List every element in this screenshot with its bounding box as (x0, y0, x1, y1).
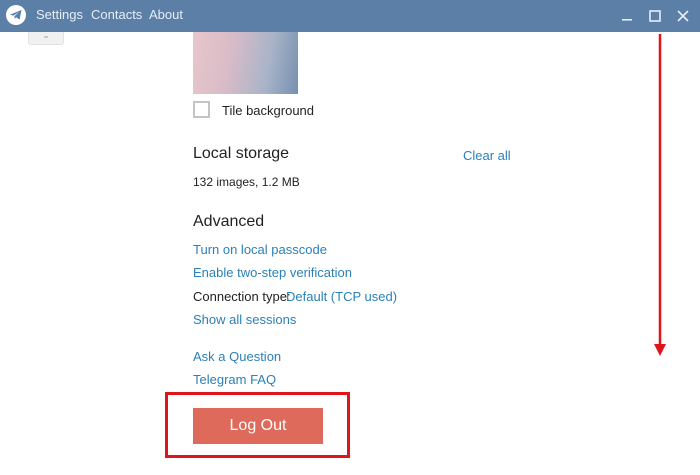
local-passcode-link[interactable]: Turn on local passcode (193, 242, 327, 257)
connection-type-label: Connection type: (193, 289, 291, 304)
minimize-icon[interactable] (617, 6, 637, 26)
show-sessions-link[interactable]: Show all sessions (193, 312, 296, 327)
telegram-logo-icon (6, 5, 26, 25)
local-storage-heading: Local storage (193, 145, 290, 162)
tile-background-label: Tile background (222, 103, 315, 118)
chat-background-preview[interactable] (193, 32, 298, 94)
title-bar: Settings Contacts About (0, 0, 700, 32)
menu-settings[interactable]: Settings (36, 7, 83, 22)
menu-contacts[interactable]: Contacts (91, 7, 142, 22)
maximize-icon[interactable] (645, 6, 665, 26)
ask-question-link[interactable]: Ask a Question (193, 349, 281, 364)
back-tab[interactable] (28, 32, 64, 45)
connection-type-link[interactable]: Default (TCP used) (286, 289, 397, 304)
logout-button[interactable]: Log Out (193, 408, 323, 444)
telegram-faq-link[interactable]: Telegram FAQ (193, 372, 276, 387)
menu-about[interactable]: About (149, 7, 183, 22)
tile-background-checkbox[interactable] (193, 101, 210, 118)
close-icon[interactable] (673, 6, 693, 26)
advanced-heading: Advanced (193, 213, 265, 230)
scroll-down-arrow-icon (654, 34, 666, 356)
local-storage-info: 132 images, 1.2 MB (193, 175, 300, 189)
two-step-verification-link[interactable]: Enable two-step verification (193, 265, 352, 280)
back-tab-glyph (44, 36, 48, 38)
clear-all-link[interactable]: Clear all (463, 148, 511, 163)
